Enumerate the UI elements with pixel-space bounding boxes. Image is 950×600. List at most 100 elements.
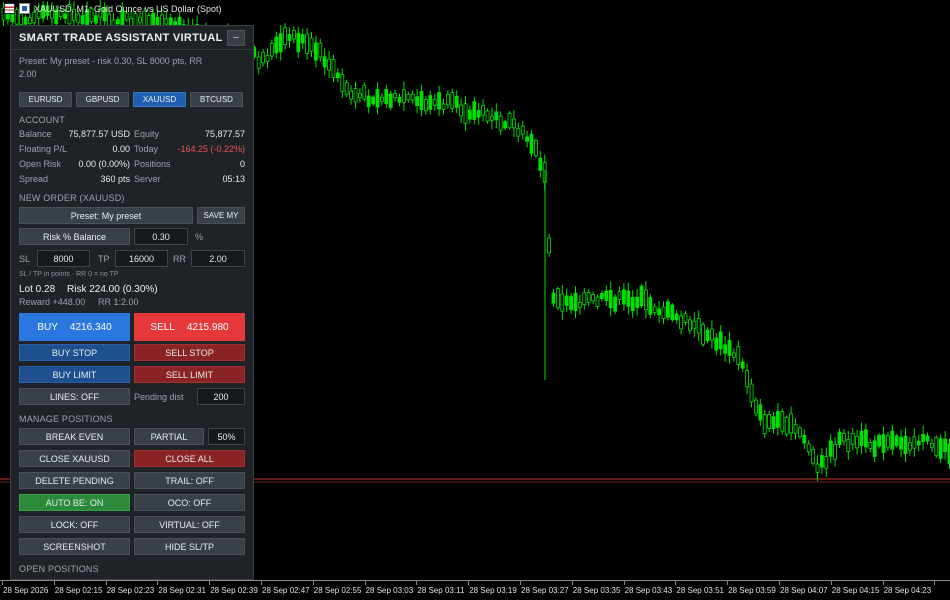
candle-body xyxy=(762,414,767,434)
buy-limit-button[interactable]: BUY LIMIT xyxy=(19,366,130,383)
candle-body xyxy=(758,404,763,421)
sell-price: 4215.980 xyxy=(186,321,229,333)
pending-dist-label: Pending dist xyxy=(134,392,184,402)
candle-body xyxy=(820,455,824,468)
candle-body xyxy=(877,434,881,447)
candle-body xyxy=(300,34,305,44)
time-axis-tick xyxy=(53,581,55,585)
oco-toggle[interactable]: OCO: OFF xyxy=(134,494,245,511)
candle-body xyxy=(296,32,301,53)
candle-body xyxy=(516,128,521,137)
sl-label: SL xyxy=(19,254,31,264)
symbol-tab-gbpusd[interactable]: GBPUSD xyxy=(76,92,129,107)
buy-market-button[interactable]: BUY 4216.340 xyxy=(19,313,130,341)
candle-body xyxy=(754,399,758,414)
rr-summary: RR 1:2.00 xyxy=(98,297,139,307)
hide-sltp-button[interactable]: HIDE SL/TP xyxy=(134,538,245,555)
candle-body xyxy=(269,43,274,57)
candle-body xyxy=(534,139,538,157)
candle-body xyxy=(454,95,459,108)
virtual-toggle[interactable]: VIRTUAL: OFF xyxy=(134,516,245,533)
preset-button[interactable]: Preset: My preset xyxy=(19,207,193,224)
candle-body xyxy=(789,413,793,434)
symbol-tab-xauusd[interactable]: XAUUSD xyxy=(133,92,186,107)
risk-input[interactable]: 0.30 xyxy=(134,228,188,245)
candle-body xyxy=(692,320,697,330)
time-axis-tick xyxy=(830,581,832,585)
screenshot-button[interactable]: SCREENSHOT xyxy=(19,538,130,555)
panel-header[interactable]: SMART TRADE ASSISTANT VIRTUAL – xyxy=(11,26,253,50)
candle-body xyxy=(859,430,864,446)
buy-stop-button[interactable]: BUY STOP xyxy=(19,344,130,361)
candle-body xyxy=(538,157,543,171)
close-all-button[interactable]: CLOSE ALL xyxy=(134,450,245,467)
time-axis-label: 28 Sep 02:39 xyxy=(210,586,258,595)
break-even-button[interactable]: BREAK EVEN xyxy=(19,428,130,445)
partial-percent-input[interactable]: 50% xyxy=(208,428,245,445)
time-axis-label: 28 Sep 04:23 xyxy=(883,586,932,595)
trade-assistant-panel: SMART TRADE ASSISTANT VIRTUAL – Preset: … xyxy=(10,25,254,580)
rr-input[interactable]: 2.00 xyxy=(191,250,245,267)
candle-body xyxy=(437,92,442,110)
risk-mode-button[interactable]: Risk % Balance xyxy=(19,228,130,245)
candle-body xyxy=(507,112,512,129)
floating-row: Floating P/L 0.00 xyxy=(19,144,130,154)
candle-body xyxy=(881,434,886,453)
time-axis-label: 28 Sep 03:59 xyxy=(728,586,776,595)
symbol-tab-eurusd[interactable]: EURUSD xyxy=(19,92,72,107)
time-axis-label: 28 Sep 02:55 xyxy=(313,586,362,595)
candle-body xyxy=(921,433,925,442)
lines-toggle[interactable]: LINES: OFF xyxy=(19,388,130,405)
candle-body xyxy=(938,438,943,459)
symbol-tab-btcusd[interactable]: BTCUSD xyxy=(190,92,243,107)
candle-body xyxy=(723,344,727,354)
candle-body xyxy=(428,95,433,110)
close-symbol-button[interactable]: CLOSE XAUUSD xyxy=(19,450,130,467)
candle-body xyxy=(740,361,745,369)
pending-dist-input[interactable]: 200 xyxy=(197,388,245,405)
candle-body xyxy=(793,424,798,434)
time-axis: 28 Sep 2026 28 Sep 02:15 28 Sep 02:23 28 Se… xyxy=(0,580,950,600)
candle-body xyxy=(371,96,376,105)
candle-body xyxy=(164,18,169,25)
candle-body xyxy=(278,33,283,53)
lock-toggle[interactable]: LOCK: OFF xyxy=(19,516,130,533)
save-preset-button[interactable]: SAVE MY xyxy=(197,207,245,224)
equity-row: Equity 75,877.57 xyxy=(134,129,245,139)
candle-body xyxy=(291,30,296,40)
candle-body xyxy=(912,436,917,449)
auto-be-toggle[interactable]: AUTO BE: ON xyxy=(19,494,130,511)
candle-body xyxy=(595,296,600,307)
candle-body xyxy=(714,337,719,351)
open-risk-row: Open Risk 0.00 (0.00%) xyxy=(19,159,130,169)
chart-title-bar: XAUUSD, M1: Gold Ounce vs US Dollar (Spo… xyxy=(0,0,950,17)
trail-toggle[interactable]: TRAIL: OFF xyxy=(134,472,245,489)
candle-body xyxy=(850,433,855,445)
time-axis-label: 28 Sep 03:43 xyxy=(624,586,673,595)
sl-input[interactable]: 8000 xyxy=(37,250,90,267)
candle-body xyxy=(745,370,749,388)
tp-input[interactable]: 16000 xyxy=(115,250,168,267)
candle-body xyxy=(578,302,582,308)
sell-stop-button[interactable]: SELL STOP xyxy=(134,344,245,361)
candle-body xyxy=(842,433,846,442)
symbol-flag-icon xyxy=(4,3,15,14)
server-value: 05:13 xyxy=(222,174,245,184)
minimize-button[interactable]: – xyxy=(227,29,245,46)
candle-body xyxy=(23,16,28,25)
server-row: Server 05:13 xyxy=(134,174,245,184)
candle-body xyxy=(564,295,569,306)
candle-body xyxy=(613,296,617,312)
floating-label: Floating P/L xyxy=(19,144,68,154)
candle-body xyxy=(520,125,525,135)
delete-pending-button[interactable]: DELETE PENDING xyxy=(19,472,130,489)
candle-body xyxy=(784,417,789,435)
partial-button[interactable]: PARTIAL xyxy=(134,428,204,445)
candle-body xyxy=(27,17,32,25)
sell-market-button[interactable]: SELL 4215.980 xyxy=(134,313,245,341)
equity-value: 75,877.57 xyxy=(204,129,245,139)
candle-body xyxy=(837,431,842,445)
candle-body xyxy=(846,438,851,453)
candle-body xyxy=(886,435,890,448)
sell-limit-button[interactable]: SELL LIMIT xyxy=(134,366,245,383)
